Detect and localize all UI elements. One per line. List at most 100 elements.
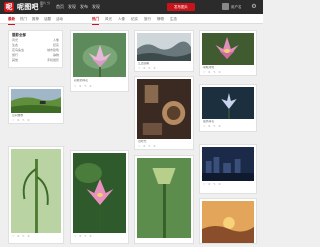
comment-icon[interactable]: ✎ [84,234,86,238]
photo-plant[interactable] [11,149,61,233]
comment-count: 0 [89,84,92,88]
heart-icon[interactable]: ♡ [138,144,141,148]
gear-icon[interactable]: ⚙ [250,3,258,11]
photo-card[interactable]: 夜色荷花 ♡ 0 ✎ 0 [199,84,257,132]
heart-icon[interactable]: ♡ [203,182,206,186]
category-tab[interactable]: 纪实 [131,14,138,25]
tab-recommend[interactable]: 推荐 [32,14,39,25]
like-count: 0 [208,70,211,74]
photo-meta: ♡ 0 ✎ 0 [74,84,92,88]
photo-card[interactable]: ♡ 0 ✎ 0 [70,150,129,244]
category-tab[interactable]: 生态 [170,14,177,25]
heart-icon[interactable]: ♡ [203,124,206,128]
sub-nav-right: 热门 风光 人像 纪实 旅行 静物 生态 [92,14,177,25]
like-count: 0 [208,124,211,128]
comment-icon[interactable]: ✎ [22,234,24,238]
comment-icon[interactable]: ✎ [213,182,215,186]
photo-lotus[interactable] [202,33,254,65]
photo-caption[interactable]: 夜色荷花 [203,120,253,123]
photo-card[interactable]: ♡ 0 ✎ 0 [199,144,257,194]
photo-card[interactable]: 旧时光 ♡ 0 ✎ 0 [134,76,194,150]
heart-icon[interactable]: ♡ [203,70,206,74]
comment-icon[interactable]: ✎ [148,144,150,148]
like-count: 0 [143,144,146,148]
photo-lotus[interactable] [73,153,126,233]
category-sidebar: 摄影全部 风光 人像 生态 纪实 花鸟鱼虫 城市建筑 旅行 静物 其他 手机摄影 [8,30,63,68]
comment-count: 0 [218,182,221,186]
photo-caption[interactable]: 山间放牧 [12,114,60,117]
photo-card[interactable] [199,198,257,244]
top-bar: 呢 呢图吧 图片 分享 首页 发现 发布 发现 发布图片 用户名 ⚙ [0,0,263,14]
top-nav-item[interactable]: 首页 [56,3,64,11]
heart-icon[interactable]: ♡ [12,234,15,238]
photo-landscape[interactable] [137,33,191,61]
photo-meta: ♡ 0 ✎ 0 [12,118,30,122]
tab-event[interactable]: 活动 [56,14,63,25]
top-nav-item[interactable]: 发现 [68,3,76,11]
like-count: 0 [79,234,82,238]
photo-interior[interactable] [137,79,191,139]
photo-caption[interactable]: 旧时光 [138,140,190,143]
top-nav: 首页 发现 发布 发现 [56,3,100,11]
like-count: 0 [79,84,82,88]
avatar[interactable] [222,3,229,10]
heart-icon[interactable]: ♡ [74,84,77,88]
photo-seedpod[interactable] [137,158,191,238]
sidebar-item[interactable]: 手机摄影 [47,58,59,63]
user-name[interactable]: 用户名 [231,3,242,11]
photo-card[interactable]: 荷塘月色 ♡ 0 ✎ 0 [199,30,257,76]
heart-icon[interactable]: ♡ [138,66,141,70]
comment-count: 0 [153,66,156,70]
like-count: 0 [208,182,211,186]
photo-caption[interactable]: 江边远眺 [138,62,190,65]
comment-icon[interactable]: ✎ [148,66,150,70]
top-nav-item[interactable]: 发现 [92,3,100,11]
photo-meta: ♡ 0 ✎ 0 [138,66,156,70]
like-count: 0 [17,118,20,122]
tab-latest[interactable]: 最新 [8,14,15,25]
photo-lotus[interactable] [202,87,254,119]
photo-card[interactable]: ♡ 0 ✎ 0 [8,146,64,244]
comment-icon[interactable]: ✎ [22,118,24,122]
comment-icon[interactable]: ✎ [213,124,215,128]
heart-icon[interactable]: ♡ [74,234,77,238]
photo-card[interactable]: 山间放牧 ♡ 0 ✎ 0 [8,86,64,124]
photo-card[interactable]: 江边远眺 ♡ 0 ✎ 0 [134,30,194,72]
site-slogan: 图片 分享 [40,1,50,9]
photo-card[interactable]: 初夏的荷花 ♡ 0 ✎ 0 [70,30,129,92]
photo-city[interactable] [202,147,254,181]
photo-card[interactable] [134,155,194,244]
sub-nav-left: 最新 热门 推荐 话题 活动 [8,14,63,25]
category-tab[interactable]: 热门 [92,14,99,25]
comment-icon[interactable]: ✎ [213,70,215,74]
photo-meta: ♡ 0 ✎ 0 [203,182,221,186]
photo-meta: ♡ 0 ✎ 0 [12,234,30,238]
comment-count: 0 [89,234,92,238]
photo-caption[interactable]: 初夏的荷花 [74,79,125,82]
heart-icon[interactable]: ♡ [12,118,15,122]
category-tab[interactable]: 旅行 [144,14,151,25]
logo-icon[interactable]: 呢 [4,2,14,12]
comment-icon[interactable]: ✎ [84,84,86,88]
photo-grassland[interactable] [11,89,61,113]
category-tab[interactable]: 风光 [105,14,112,25]
site-name[interactable]: 呢图吧 [17,2,39,12]
publish-button[interactable]: 发布图片 [167,3,195,11]
top-nav-item[interactable]: 发布 [80,3,88,11]
photo-sunset[interactable] [202,201,254,243]
comment-count: 0 [27,118,30,122]
sidebar-row: 其他 手机摄影 [12,58,59,63]
tab-topic[interactable]: 话题 [44,14,51,25]
like-count: 0 [17,234,20,238]
photo-meta: ♡ 0 ✎ 0 [203,124,221,128]
comment-count: 0 [218,124,221,128]
category-tab[interactable]: 静物 [157,14,164,25]
category-tab[interactable]: 人像 [118,14,125,25]
photo-lotus[interactable] [73,33,126,77]
comment-count: 0 [27,234,30,238]
photo-caption[interactable]: 荷塘月色 [203,66,253,69]
photo-meta: ♡ 0 ✎ 0 [74,234,92,238]
photo-meta: ♡ 0 ✎ 0 [203,70,220,74]
sidebar-item[interactable]: 其他 [12,58,18,63]
tab-hot[interactable]: 热门 [20,14,27,25]
